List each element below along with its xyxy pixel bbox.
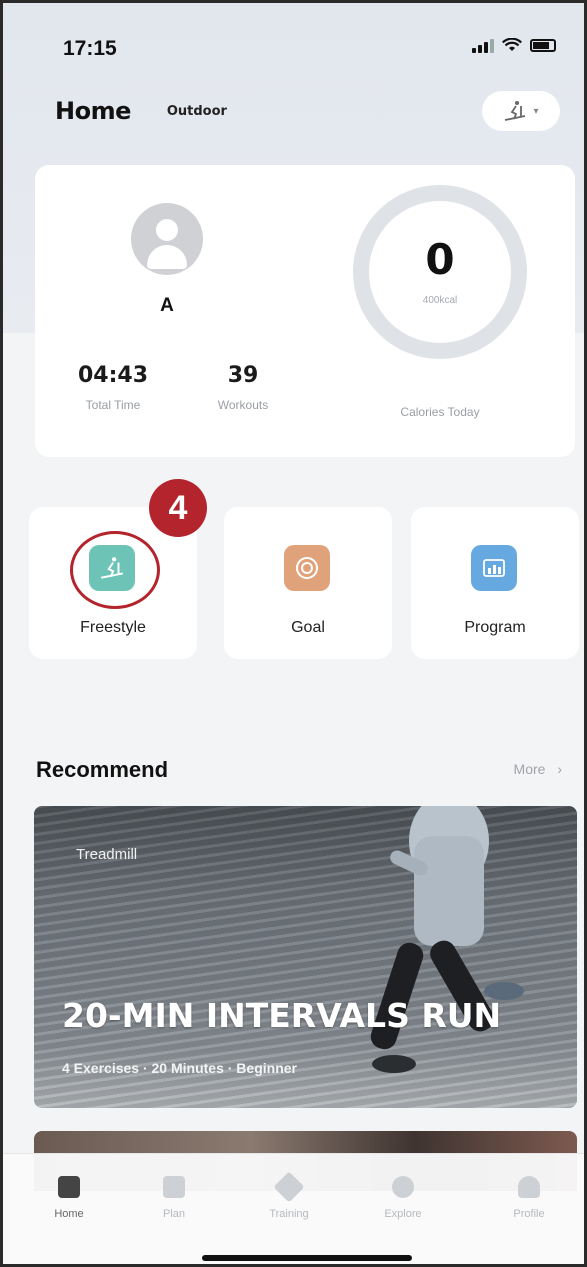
phone-screen: 17:15 Home Outdoor ▾ A 04:43 Total Time …: [0, 0, 587, 1267]
calories-goal: 400kcal: [422, 294, 458, 306]
total-time-label: Total Time: [85, 398, 141, 412]
mode-goal-card[interactable]: Goal: [224, 507, 392, 659]
tab-home[interactable]: Home: [24, 1176, 114, 1220]
tab-explore-label: Explore: [384, 1208, 422, 1220]
mode-program-label: Program: [464, 619, 526, 636]
total-time-value: 04:43: [77, 363, 149, 388]
calories-label: Calories Today: [400, 405, 480, 419]
battery-icon: [530, 38, 556, 52]
tab-explore[interactable]: Explore: [358, 1176, 448, 1220]
recommend-title: Recommend: [36, 757, 169, 782]
more-link-label: More: [513, 761, 546, 777]
workout-category: Treadmill: [76, 846, 138, 863]
user-name: A: [160, 295, 174, 316]
home-indicator: [202, 1255, 412, 1261]
chart-icon: [471, 545, 517, 591]
runner-image: [370, 806, 524, 1073]
tab-profile[interactable]: Profile: [484, 1176, 574, 1220]
workout-modes: Freestyle Goal Program: [29, 507, 579, 659]
tab-plan-label: Plan: [162, 1208, 186, 1220]
page-title: Home: [55, 97, 131, 125]
tab-home-label: Home: [54, 1208, 84, 1220]
tab-plan[interactable]: Plan: [129, 1176, 219, 1220]
workouts-stat: 39 Workouts: [203, 363, 283, 412]
user-stats-card: A 04:43 Total Time 39 Workouts 0 400kcal…: [35, 165, 575, 457]
status-icons: [472, 37, 556, 53]
workout-meta: 4 Exercises · 20 Minutes · Beginner: [62, 1060, 297, 1076]
workout-title: 20-MIN INTERVALS RUN: [62, 996, 502, 1035]
chevron-down-icon: ▾: [533, 105, 539, 117]
calories-value: 0: [425, 234, 455, 284]
mode-goal-label: Goal: [291, 619, 325, 636]
bottom-tab-bar: Home Plan Training Explore Profile: [3, 1153, 584, 1264]
person-icon: [518, 1176, 540, 1198]
tab-profile-label: Profile: [513, 1208, 545, 1220]
target-icon: [284, 545, 330, 591]
chevron-right-icon: ›: [557, 761, 562, 777]
page-header: Home Outdoor ▾: [55, 91, 564, 131]
wifi-icon: [502, 37, 522, 51]
tab-training[interactable]: Training: [244, 1171, 334, 1220]
avatar[interactable]: [131, 203, 203, 275]
layers-icon: [273, 1171, 305, 1203]
calendar-icon: [163, 1176, 185, 1198]
status-bar: 17:15: [3, 3, 584, 83]
workouts-label: Workouts: [217, 398, 269, 412]
status-time: 17:15: [63, 37, 117, 60]
treadmill-icon: [505, 101, 526, 121]
device-selector-button[interactable]: ▾: [482, 91, 560, 131]
total-time-stat: 04:43 Total Time: [73, 363, 153, 412]
signal-icon: [472, 37, 494, 53]
tab-outdoor[interactable]: Outdoor: [167, 104, 227, 119]
workouts-value: 39: [227, 363, 259, 388]
mode-program-card[interactable]: Program: [411, 507, 579, 659]
more-link[interactable]: More ›: [514, 761, 562, 777]
home-icon: [58, 1176, 80, 1198]
compass-icon: [392, 1176, 414, 1198]
workout-card[interactable]: Treadmill 20-MIN INTERVALS RUN 4 Exercis…: [34, 806, 577, 1108]
tab-training-label: Training: [269, 1208, 309, 1220]
step-badge: 4: [149, 479, 207, 537]
highlight-circle: [70, 531, 160, 609]
calories-ring: 0 400kcal: [353, 185, 527, 359]
mode-freestyle-label: Freestyle: [80, 619, 146, 636]
